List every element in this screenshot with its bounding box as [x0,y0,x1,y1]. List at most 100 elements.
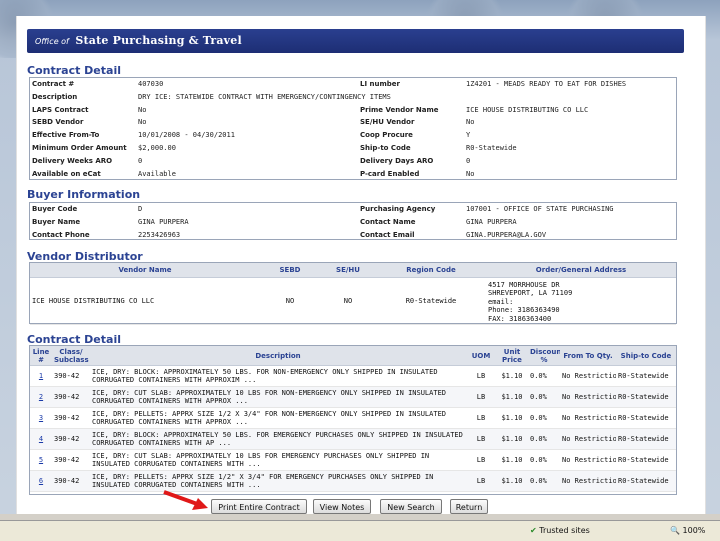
shipto-cell: R0-Statewide [616,428,676,450]
uom-cell: LB [466,428,496,450]
field-value: $2,000.00 [138,143,176,152]
price-cell: $1.10 [496,407,528,429]
contract-detail-panel: Contract # 407030 LI number 1Z4201 - MEADS … [29,77,677,180]
field-value: GINA.PURPERA@LA.GOV [466,230,547,239]
field-value: R0-Statewide [466,143,517,152]
class-cell: 390-42 [52,428,90,450]
header-vendor-name: Vendor Name [30,263,260,278]
qty-cell: No Restriction [560,449,616,471]
class-cell: 390-42 [52,449,90,471]
header-description: Description [90,346,466,366]
description-cell: ICE, DRY: CUT SLAB: APPROXIMATELY 10 LBS… [90,449,466,471]
field-label: Minimum Order Amount [32,143,127,152]
discount-cell: 0.0% [528,386,560,408]
header-ship-to: Ship-to Code [616,346,676,366]
header-class: Class/ Subclass [52,346,90,366]
print-contract-button[interactable]: Print Entire Contract [211,499,307,514]
line-number-cell: 5 [30,449,52,471]
header-sebd: SEBD [260,263,320,278]
field-value: No [138,105,147,114]
header-discount: Discount % [528,346,560,366]
security-zone: ✔ Trusted sites [530,524,610,538]
shipto-cell: R0-Statewide [616,449,676,471]
vendor-sehu: NO [320,277,376,325]
field-label: Delivery Weeks ARO [32,156,113,165]
magnifier-icon: 🔍 [670,526,680,535]
header-address: Order/General Address [486,263,676,278]
field-label: Contact Name [360,217,416,226]
field-value: No [466,169,475,178]
buyer-info-panel: Buyer Code D Purchasing Agency 107001 - OFF… [29,202,677,240]
status-bar [0,520,720,541]
field-label: SE/HU Vendor [360,118,415,127]
field-label: Buyer Name [32,217,81,226]
field-label: SEBD Vendor [32,118,84,127]
qty-cell: No Restriction [560,407,616,429]
line-number-link[interactable]: 4 [39,435,43,443]
line-number-cell: 3 [30,407,52,429]
banner-prefix: Office of [35,37,69,46]
line-number-link[interactable]: 3 [39,414,43,422]
address-line: 4517 MORRHOUSE DR [488,280,560,289]
class-cell: 390-42 [52,386,90,408]
field-value: 107001 - OFFICE OF STATE PURCHASING [466,205,614,213]
line-number-cell: 2 [30,386,52,408]
price-cell: $1.10 [496,365,528,387]
field-value: Y [466,131,471,140]
line-number-link[interactable]: 5 [39,456,43,464]
qty-cell: No Restriction [560,365,616,387]
banner-title: State Purchasing & Travel [75,34,242,47]
field-value: 0 [466,156,471,165]
return-button[interactable]: Return [450,499,488,514]
field-value: D [138,205,143,213]
field-value: 1Z4201 - MEADS READY TO EAT FOR DISHES [466,80,627,88]
field-value: 407030 [138,80,164,88]
view-notes-button[interactable]: View Notes [313,499,371,514]
zoom-level[interactable]: 🔍 100% [670,524,705,538]
table-row: 2 390-42 ICE, DRY: CUT SLAB: APPROXIMATELY… [30,386,676,408]
field-value: No [466,118,475,127]
field-label: Available on eCat [32,169,101,178]
line-number-link[interactable]: 6 [39,477,43,485]
line-number-cell: 6 [30,470,52,492]
price-cell: $1.10 [496,449,528,471]
table-row: 1 390-42 ICE, DRY: BLOCK: APPROXIMATELY 50… [30,365,676,387]
field-label: Buyer Code [32,205,78,213]
zoom-value: 100% [682,526,706,535]
contract-detail-title: Contract Detail [27,64,121,77]
address-line: email: [488,297,514,306]
field-value: GINA PURPERA [138,217,189,226]
line-number-cell: 4 [30,428,52,450]
discount-cell: 0.0% [528,428,560,450]
uom-cell: LB [466,449,496,471]
header-region: Region Code [376,263,486,278]
field-label: LAPS Contract [32,105,89,114]
uom-cell: LB [466,365,496,387]
line-number-cell: 1 [30,365,52,387]
shipto-cell: R0-Statewide [616,407,676,429]
line-number-link[interactable]: 1 [39,372,43,380]
discount-cell: 0.0% [528,449,560,471]
qty-cell: No Restriction [560,386,616,408]
description-cell: ICE, DRY: BLOCK: APPROXIMATELY 50 LBS. F… [90,365,466,387]
header-unit-price: Unit Price [496,346,528,366]
price-cell: $1.10 [496,386,528,408]
checkmark-icon: ✔ [530,526,537,535]
new-search-button[interactable]: New Search [380,499,442,514]
field-label: Ship-to Code [360,143,411,152]
price-cell: $1.10 [496,428,528,450]
header-uom: UOM [466,346,496,366]
discount-cell: 0.0% [528,470,560,492]
site-banner: Office of State Purchasing & Travel [27,29,684,53]
uom-cell: LB [466,386,496,408]
field-label: Contact Email [360,230,415,239]
uom-cell: LB [466,407,496,429]
field-label: Purchasing Agency [360,205,436,213]
field-label: Description [32,92,78,101]
line-number-link[interactable]: 2 [39,393,43,401]
price-cell: $1.10 [496,470,528,492]
shipto-cell: R0-Statewide [616,365,676,387]
field-label: P-card Enabled [360,169,420,178]
vendor-name: ICE HOUSE DISTRIBUTING CO LLC [30,277,260,325]
vendor-sebd: NO [260,277,320,325]
